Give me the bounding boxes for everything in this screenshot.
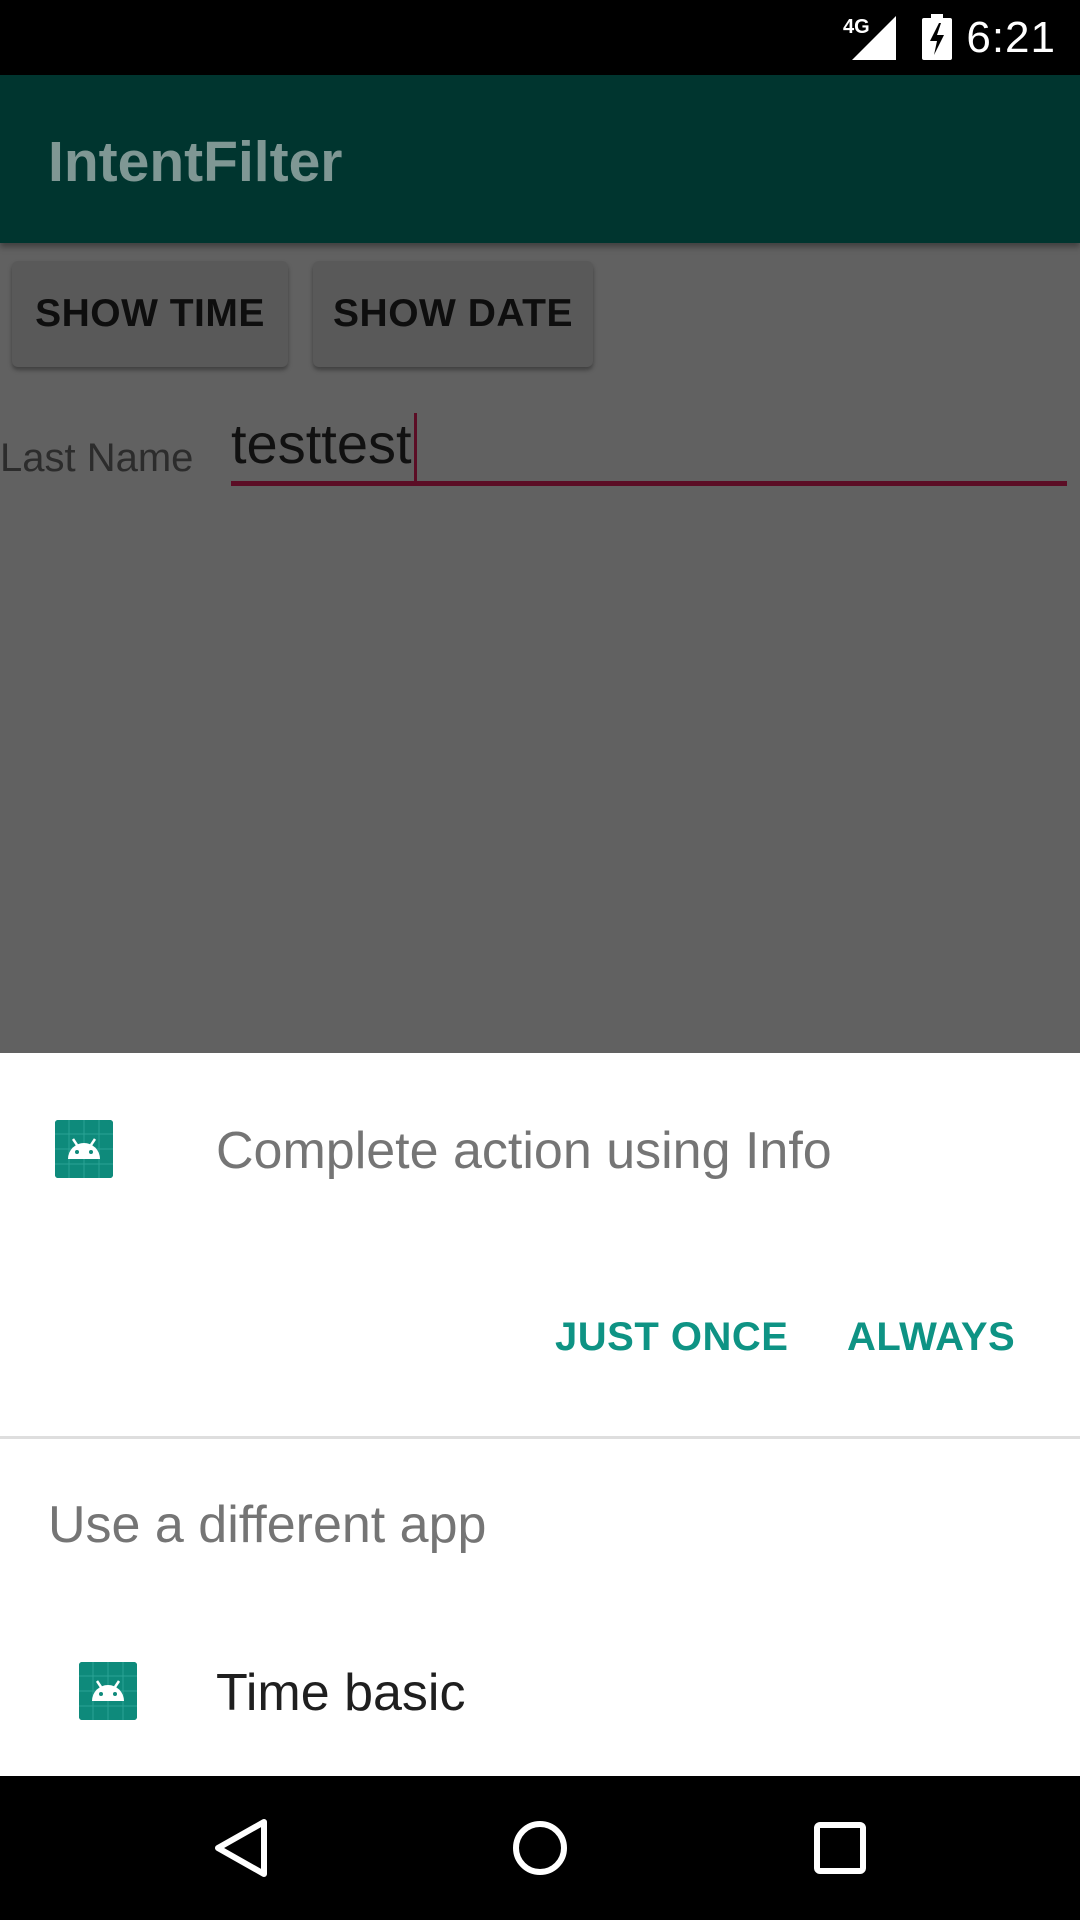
last-name-input[interactable]: testtest (231, 411, 1067, 486)
android-app-icon (79, 1662, 137, 1720)
just-once-button[interactable]: JUST ONCE (555, 1315, 788, 1360)
show-date-button[interactable]: SHOW DATE (313, 261, 593, 367)
last-name-label: Last Name (0, 436, 194, 480)
divider (0, 1436, 1080, 1439)
back-icon[interactable] (204, 1812, 276, 1884)
show-time-button[interactable]: SHOW TIME (12, 261, 288, 367)
app-title: IntentFilter (48, 130, 343, 194)
last-name-value: testtest (231, 412, 412, 475)
signal-icon (852, 16, 896, 60)
app-name: Time basic (216, 1664, 466, 1722)
main-content: SHOW TIME SHOW DATE Last Name testtest (0, 243, 1080, 1053)
clock: 6:21 (966, 13, 1056, 62)
home-icon[interactable] (504, 1812, 576, 1884)
different-app-label: Use a different app (48, 1496, 487, 1554)
text-caret (413, 413, 417, 484)
app-chooser-sheet: Complete action using Info JUST ONCE ALW… (0, 1053, 1080, 1776)
status-bar: 4G 6:21 (0, 0, 1080, 75)
recents-icon[interactable] (804, 1812, 876, 1884)
chooser-heading: Complete action using Info (216, 1122, 832, 1180)
always-button[interactable]: ALWAYS (847, 1315, 1015, 1360)
navigation-bar (0, 1776, 1080, 1920)
app-bar: IntentFilter (0, 75, 1080, 243)
battery-charging-icon (922, 14, 952, 60)
android-app-icon (55, 1120, 113, 1178)
